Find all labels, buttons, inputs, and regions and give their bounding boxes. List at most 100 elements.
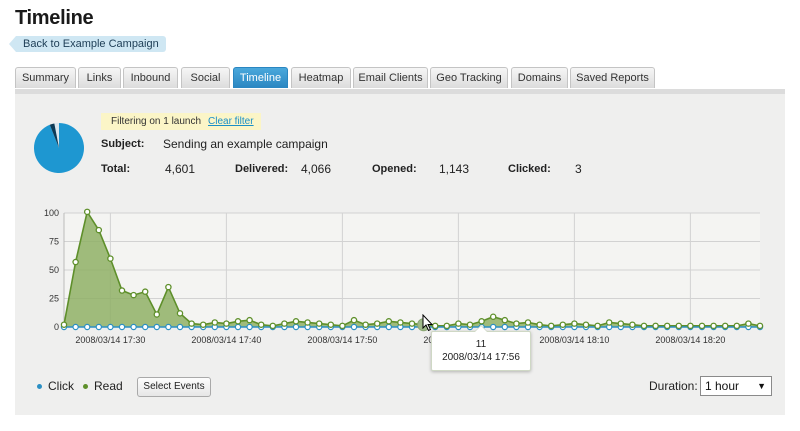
read-point — [605, 319, 613, 326]
read-point — [165, 283, 172, 291]
read-point — [107, 255, 114, 262]
read-point — [385, 318, 393, 325]
mouse-cursor-icon — [422, 314, 434, 332]
read-point — [315, 320, 323, 327]
read-point — [223, 320, 230, 327]
read-point — [698, 322, 706, 330]
read-point — [60, 321, 68, 328]
read-point — [141, 288, 149, 295]
chart-tooltip: 11 2008/03/14 17:56 — [431, 325, 531, 371]
tooltip-value: 11 — [475, 339, 487, 350]
read-point — [269, 322, 277, 330]
tooltip-date: 2008/03/14 17:56 — [442, 352, 520, 363]
legend-read: Read — [83, 379, 123, 393]
click-point — [165, 323, 172, 331]
read-point — [118, 287, 126, 294]
y-tick-label: 50 — [49, 265, 59, 275]
click-point — [72, 323, 79, 331]
read-point — [501, 316, 509, 324]
read-point — [745, 320, 752, 327]
read-point — [83, 208, 91, 216]
read-point — [594, 322, 601, 330]
read-point — [397, 319, 404, 326]
read-point — [199, 321, 207, 328]
x-tick-label: 2008/03/14 17:40 — [191, 335, 261, 345]
read-point — [373, 320, 381, 327]
x-tick-label: 2008/03/14 18:10 — [539, 335, 609, 345]
read-point — [721, 322, 729, 330]
read-point — [130, 291, 137, 299]
read-point — [675, 322, 683, 330]
read-point — [582, 321, 590, 328]
read-point — [443, 322, 451, 330]
read-point — [489, 313, 497, 320]
read-point — [455, 320, 462, 327]
x-tick-label: 2008/03/14 18:20 — [655, 335, 725, 345]
read-point — [339, 322, 346, 330]
click-point — [141, 323, 149, 331]
read-legend-dot — [83, 384, 88, 390]
y-tick-label: 0 — [54, 322, 59, 332]
read-point — [292, 318, 300, 325]
read-point — [536, 321, 543, 328]
read-point — [246, 316, 253, 324]
read-point — [304, 319, 311, 326]
read-point — [640, 322, 648, 330]
read-point — [95, 226, 103, 234]
read-point — [524, 319, 532, 326]
read-point — [466, 321, 474, 328]
y-tick-label: 100 — [44, 208, 59, 218]
click-point — [153, 323, 160, 331]
read-point — [362, 321, 369, 328]
legend-read-label: Read — [94, 379, 123, 393]
legend-click-label: Click — [48, 379, 74, 393]
x-tick-label: 2008/03/14 17:50 — [307, 335, 377, 345]
click-point — [118, 323, 126, 331]
read-point — [281, 320, 288, 327]
duration-select[interactable]: 1 hour ▼ — [700, 376, 772, 396]
read-point — [513, 320, 520, 327]
click-point — [234, 323, 242, 331]
click-point — [95, 323, 103, 331]
read-point — [559, 321, 567, 328]
click-point — [490, 323, 497, 331]
read-point — [188, 320, 195, 327]
read-point — [408, 320, 416, 327]
select-events-button[interactable]: Select Events — [137, 377, 211, 397]
click-point — [176, 323, 184, 331]
read-point — [617, 320, 625, 327]
read-point — [629, 321, 636, 328]
legend-click: Click — [37, 379, 74, 393]
read-point — [257, 321, 265, 328]
timeline-chart: 0 25 50 75 100 2008/03/14 17:30 2008/03/14 17:… — [44, 208, 764, 345]
read-point — [652, 322, 659, 330]
y-tick-label: 75 — [49, 237, 59, 247]
click-point — [501, 323, 508, 331]
read-point — [176, 310, 184, 317]
read-point — [478, 318, 485, 325]
click-point — [350, 323, 358, 331]
y-tick-label: 25 — [49, 294, 59, 304]
read-point — [350, 316, 358, 324]
click-point — [292, 323, 300, 331]
read-point — [234, 318, 242, 325]
click-point — [385, 323, 392, 331]
x-tick-label: 2008/03/14 17:30 — [75, 335, 145, 345]
read-point — [571, 320, 578, 327]
read-point — [756, 322, 764, 330]
click-point — [246, 323, 253, 331]
click-legend-dot — [37, 384, 42, 390]
duration-value: 1 hour — [705, 379, 740, 393]
click-point — [107, 323, 114, 331]
read-point — [547, 322, 555, 330]
read-point — [733, 322, 741, 330]
read-point — [153, 311, 161, 318]
read-point — [663, 322, 671, 330]
duration-label: Duration: — [649, 379, 698, 393]
read-point — [687, 322, 694, 330]
read-point — [710, 322, 717, 330]
click-point — [130, 323, 137, 331]
chevron-down-icon: ▼ — [757, 381, 766, 391]
read-point — [327, 321, 335, 328]
read-point — [211, 319, 219, 326]
